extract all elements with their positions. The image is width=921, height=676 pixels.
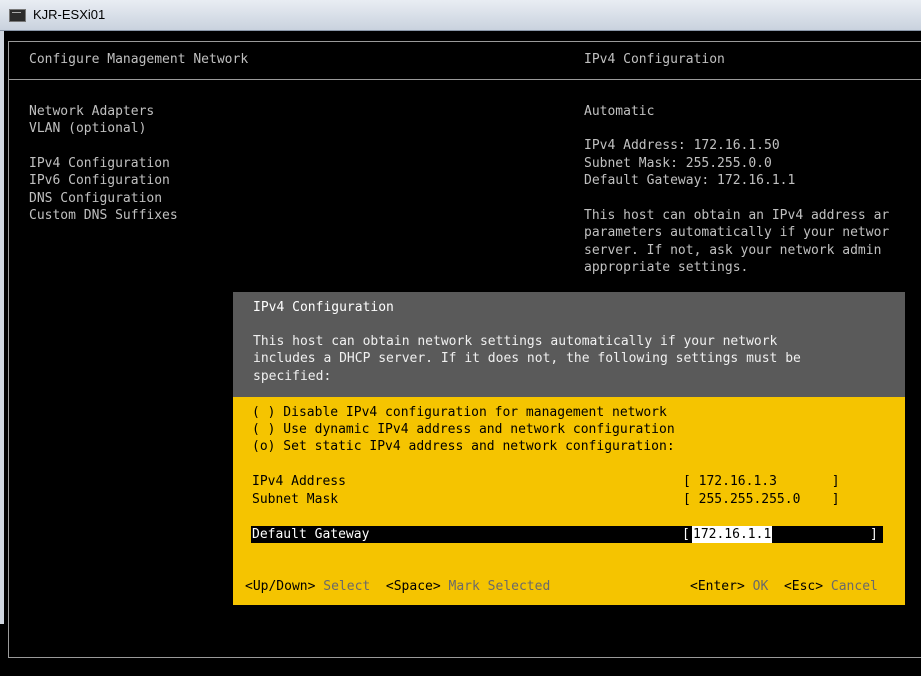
- dialog-body: ( ) Disable IPv4 configuration for manag…: [233, 397, 905, 605]
- menu-item-network-adapters[interactable]: Network Adapters: [29, 103, 154, 120]
- current-mode: Automatic: [584, 104, 655, 119]
- action-select: Select: [315, 579, 386, 594]
- subnet-mask-label: Subnet Mask: [252, 492, 339, 507]
- key-space[interactable]: <Space>: [386, 579, 441, 594]
- current-subnet-mask: Subnet Mask: 255.255.0.0: [584, 156, 772, 171]
- subnet-mask-field[interactable]: [ 255.255.255.0 ]: [683, 491, 840, 508]
- dialog-footer-right: <Enter> OK <Esc> Cancel: [690, 578, 878, 595]
- action-ok: OK: [744, 579, 784, 594]
- current-default-gateway: Default Gateway: 172.16.1.1: [584, 173, 796, 188]
- ipv4-address-label: IPv4 Address: [252, 474, 346, 489]
- console-header-separator: [8, 79, 921, 80]
- key-esc[interactable]: <Esc>: [784, 579, 823, 594]
- dialog-header: IPv4 Configuration This host can obtain …: [233, 292, 905, 397]
- action-mark-selected: Mark Selected: [440, 579, 551, 594]
- window-titlebar: KJR-ESXi01: [0, 0, 921, 31]
- menu-item-custom-dns-suffixes[interactable]: Custom DNS Suffixes: [29, 207, 178, 224]
- option-static-ipv4[interactable]: (o) Set static IPv4 address and network …: [252, 438, 675, 455]
- dialog-footer-left: <Up/Down> Select <Space> Mark Selected: [245, 578, 550, 595]
- key-up-down[interactable]: <Up/Down>: [245, 579, 315, 594]
- console-header-right: IPv4 Configuration: [584, 52, 725, 67]
- menu-item-ipv6-configuration[interactable]: IPv6 Configuration: [29, 172, 170, 189]
- dialog-title: IPv4 Configuration: [253, 300, 394, 315]
- default-gateway-bracket-open: [: [682, 527, 690, 542]
- key-enter[interactable]: <Enter>: [690, 579, 745, 594]
- menu-item-ipv4-configuration[interactable]: IPv4 Configuration: [29, 155, 170, 172]
- dialog-description: This host can obtain network settings au…: [253, 334, 801, 384]
- dcui-console: Configure Management Network IPv4 Config…: [4, 31, 921, 658]
- default-gateway-row[interactable]: Default Gateway [ 172.16.1.1 ]: [251, 526, 883, 543]
- option-dynamic-ipv4[interactable]: ( ) Use dynamic IPv4 address and network…: [252, 421, 675, 438]
- default-gateway-label: Default Gateway: [252, 527, 370, 542]
- action-cancel: Cancel: [823, 579, 878, 594]
- ipv4-configuration-dialog: IPv4 Configuration This host can obtain …: [225, 283, 921, 614]
- option-disable-ipv4[interactable]: ( ) Disable IPv4 configuration for manag…: [252, 404, 667, 421]
- console-header-left: Configure Management Network: [29, 52, 249, 67]
- ipv4-address-field[interactable]: [ 172.16.1.3 ]: [683, 473, 840, 490]
- window-title: KJR-ESXi01: [33, 7, 106, 22]
- current-ipv4-address: IPv4 Address: 172.16.1.50: [584, 138, 780, 153]
- default-gateway-bracket-close: ]: [870, 527, 878, 542]
- ipv4-help-text: This host can obtain an IPv4 address ar …: [584, 208, 890, 276]
- default-gateway-field[interactable]: 172.16.1.1: [692, 526, 773, 543]
- menu-item-vlan[interactable]: VLAN (optional): [29, 120, 146, 137]
- console-window-icon: [9, 9, 26, 22]
- menu-item-dns-configuration[interactable]: DNS Configuration: [29, 190, 162, 207]
